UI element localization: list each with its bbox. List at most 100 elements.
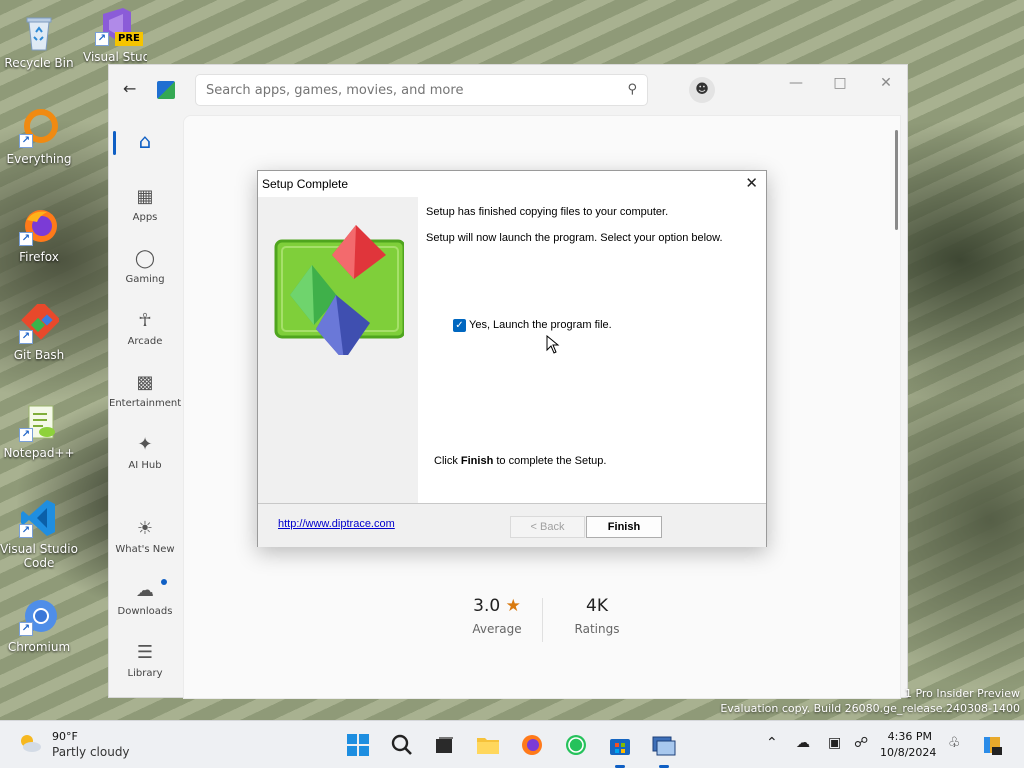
vscode-icon: ↗ [19, 498, 59, 538]
nav-item-ai-hub[interactable]: ✦ AI Hub [109, 433, 181, 471]
firefox-taskbar-button[interactable] [518, 731, 546, 759]
nav-item-arcade[interactable]: ☥ Arcade [109, 309, 181, 347]
dialog-side-panel [258, 197, 418, 503]
evaluation-watermark: 1 Pro Insider Preview Evaluation copy. B… [720, 686, 1020, 716]
nav-item-label: Gaming [125, 274, 165, 285]
desktop-icon-label: Git Bash [13, 348, 65, 362]
launch-checkbox[interactable]: ✓ [453, 319, 466, 332]
shortcut-arrow-icon: ↗ [19, 330, 33, 344]
nav-item-entertainment[interactable]: ▩ Entertainment [109, 371, 181, 409]
store-sidebar: ⌂ ▦ Apps ◯ Gaming ☥ Arcade ▩ Entertainme… [109, 115, 181, 699]
desktop-icon-label: Firefox [19, 250, 59, 264]
git-bash-icon: ↗ [19, 300, 61, 344]
visual-studio-icon: PRE ↗ [95, 6, 143, 46]
onedrive-icon[interactable]: ☁ [796, 735, 810, 751]
whatsapp-icon [566, 735, 586, 755]
nav-item-label: Library [127, 668, 163, 679]
nav-item-label: Downloads [117, 606, 173, 617]
desktop-icon-label: Recycle Bin [4, 56, 74, 70]
diptrace-link[interactable]: http://www.diptrace.com [278, 518, 395, 530]
dialog-message-1: Setup has finished copying files to your… [426, 206, 669, 218]
search-input[interactable] [196, 75, 596, 105]
back-button[interactable]: < Back [510, 516, 585, 538]
finish-instruction: Click Finish to complete the Setup. [434, 455, 606, 467]
folder-icon [477, 738, 499, 754]
finish-button[interactable]: Finish [586, 516, 662, 538]
desktop-icon-label: Visual Studio 2022 [83, 50, 147, 64]
nav-item-label: Entertainment [109, 398, 182, 409]
watermark-line-2: Evaluation copy. Build 26080.ge_release.… [720, 702, 1020, 715]
clock-date: 10/8/2024 [880, 746, 937, 759]
display-icon[interactable]: ▣ [828, 735, 841, 751]
start-button[interactable] [344, 731, 372, 759]
close-icon[interactable]: ✕ [871, 73, 901, 93]
clock[interactable]: 4:36 PM 10/8/2024 [880, 729, 937, 761]
partly-cloudy-icon [21, 735, 41, 752]
nav-item-home[interactable]: ⌂ [109, 129, 181, 156]
store-search-box[interactable]: ⚲ [195, 74, 648, 106]
nav-item-apps[interactable]: ▦ Apps [109, 185, 181, 223]
joystick-icon: ☥ [138, 310, 152, 331]
windows-logo-icon [347, 734, 369, 756]
home-icon: ⌂ [138, 129, 152, 153]
nav-item-label: Arcade [127, 336, 163, 347]
task-view-icon [436, 737, 453, 753]
firefox-icon [522, 735, 542, 755]
copilot-icon[interactable] [980, 733, 1004, 757]
finish-instruction-bold: Finish [460, 455, 494, 467]
firefox-icon: ↗ [19, 206, 59, 246]
everything-icon: ↗ [19, 108, 59, 148]
desktop-icon-notepad-plus-plus[interactable]: ↗ Notepad++ [0, 402, 78, 460]
nav-item-gaming[interactable]: ◯ Gaming [109, 247, 181, 285]
dialog-button-bar: http://www.diptrace.com < Back Finish [258, 503, 766, 547]
desktop-icon-label: Everything [6, 152, 72, 166]
shortcut-arrow-icon: ↗ [19, 622, 33, 636]
search-taskbar-button[interactable] [388, 731, 416, 759]
rating-value: 3.0 [473, 596, 501, 616]
dialog-content: Setup has finished copying files to your… [418, 197, 766, 503]
star-icon: ★ [505, 596, 521, 616]
clock-time: 4:36 PM [887, 730, 932, 743]
close-icon[interactable]: ✕ [745, 174, 758, 192]
clapperboard-icon: ▩ [136, 372, 154, 393]
profile-icon[interactable]: ☻ [689, 77, 715, 103]
desktop-icon-chromium[interactable]: ↗ Chromium [0, 596, 78, 654]
rating-label: Average [472, 622, 522, 636]
network-icon[interactable]: ☍ [854, 735, 868, 751]
notepad-plus-plus-icon: ↗ [19, 402, 59, 442]
weather-temperature: 90°F [52, 730, 78, 743]
finish-instruction-suffix: to complete the Setup. [496, 455, 607, 467]
sparkle-icon: ✦ [137, 434, 153, 455]
nav-item-library[interactable]: ☰ Library [109, 641, 181, 679]
desktop-icon-git-bash[interactable]: ↗ Git Bash [0, 300, 78, 362]
desktop-icon-vscode[interactable]: ↗ Visual Studio Code [0, 498, 78, 570]
nav-item-whats-new[interactable]: ☀ What's New [109, 517, 181, 555]
dialog-title: Setup Complete [262, 177, 349, 191]
finish-instruction-prefix: Click [434, 455, 458, 467]
desktop-icon-recycle-bin[interactable]: Recycle Bin [0, 12, 78, 70]
downloads-icon: ☁ [136, 580, 154, 601]
file-explorer-button[interactable] [474, 731, 502, 759]
scrollbar-thumb[interactable] [895, 130, 898, 230]
task-view-button[interactable] [430, 731, 458, 759]
nav-item-label: Apps [132, 212, 158, 223]
notification-bell-icon[interactable]: ♧ [948, 735, 961, 751]
store-logo-icon [157, 81, 175, 99]
chevron-up-icon[interactable]: ⌃ [766, 735, 778, 751]
store-taskbar-button[interactable] [606, 731, 634, 759]
taskbar: 90°F Partly cloudy ⌃ ☁ ▣ ☍ 4:36 PM 10/8/… [0, 720, 1024, 768]
search-icon[interactable]: ⚲ [627, 82, 637, 97]
search-icon [391, 734, 412, 755]
maximize-icon[interactable]: □ [825, 73, 855, 93]
recycle-bin-icon [19, 12, 59, 52]
desktop-icon-everything[interactable]: ↗ Everything [0, 108, 78, 166]
ratings-count: 4K Ratings [552, 596, 642, 636]
back-arrow-icon[interactable]: ← [123, 79, 136, 98]
minimize-icon[interactable]: — [781, 73, 811, 93]
nav-item-downloads[interactable]: ☁ Downloads [109, 579, 181, 617]
ratings-count-value: 4K [586, 596, 608, 616]
whatsapp-taskbar-button[interactable] [562, 731, 590, 759]
setup-taskbar-button[interactable] [650, 731, 678, 759]
desktop-icon-firefox[interactable]: ↗ Firefox [0, 206, 78, 264]
desktop-icon-visual-studio[interactable]: PRE ↗ Visual Studio 2022 [76, 6, 154, 64]
